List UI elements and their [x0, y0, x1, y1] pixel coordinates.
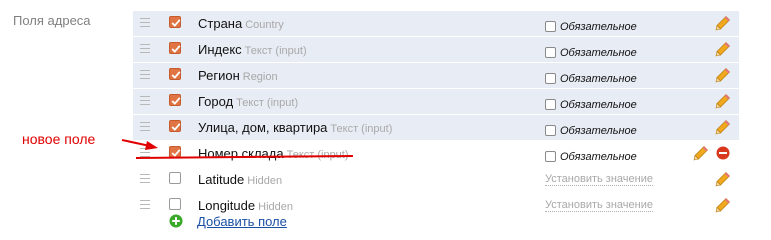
required-label: Обязательное	[560, 47, 637, 59]
pencil-icon[interactable]	[715, 15, 731, 31]
field-title: Страна Country	[198, 16, 284, 31]
field-name: Latitude	[198, 172, 245, 187]
field-type: Hidden	[258, 201, 293, 213]
field-title: Улица, дом, квартира Текст (input)	[198, 120, 392, 135]
field-title: Индекс Текст (input)	[198, 42, 307, 57]
field-type: Текст (input)	[236, 97, 299, 109]
required-label: Обязательное	[560, 99, 637, 111]
required-label: Обязательное	[560, 73, 637, 85]
required-checkbox[interactable]	[545, 47, 556, 58]
field-title: Latitude Hidden	[198, 172, 282, 187]
field-name: Страна	[198, 16, 243, 31]
field-name: Longitude	[198, 198, 256, 213]
field-name: Индекс	[198, 42, 242, 57]
pencil-icon[interactable]	[693, 145, 709, 161]
required-checkbox[interactable]	[545, 99, 556, 110]
required-checkbox[interactable]	[545, 21, 556, 32]
field-enabled-checkbox[interactable]	[169, 94, 181, 106]
annotation-underline	[136, 155, 354, 159]
field-title: Longitude Hidden	[198, 198, 293, 213]
pencil-icon[interactable]	[715, 93, 731, 109]
set-value-link[interactable]: Установить значение	[545, 173, 653, 186]
field-row: Latitude Hidden Установить значение	[133, 167, 739, 193]
field-row: Регион Region Обязательное	[133, 63, 739, 89]
field-name: Регион	[198, 68, 240, 83]
field-type: Region	[242, 71, 278, 83]
field-row: Страна Country Обязательное	[133, 11, 739, 37]
field-enabled-checkbox[interactable]	[169, 172, 181, 184]
required-toggle[interactable]: Обязательное	[545, 43, 637, 61]
field-enabled-checkbox[interactable]	[169, 198, 181, 210]
field-row: Индекс Текст (input) Обязательное	[133, 37, 739, 63]
field-type: Текст (input)	[330, 123, 393, 135]
plus-circle-icon[interactable]	[169, 214, 183, 228]
drag-handle-icon[interactable]	[140, 44, 150, 53]
required-toggle[interactable]: Обязательное	[545, 147, 637, 165]
field-title: Регион Region	[198, 68, 278, 83]
drag-handle-icon[interactable]	[140, 70, 150, 79]
set-value-link[interactable]: Установить значение	[545, 199, 653, 212]
field-name: Город	[198, 94, 234, 109]
required-checkbox[interactable]	[545, 73, 556, 84]
remove-icon[interactable]	[716, 146, 730, 160]
field-enabled-checkbox[interactable]	[169, 120, 181, 132]
field-type: Текст (input)	[244, 45, 307, 57]
field-title: Город Текст (input)	[198, 94, 298, 109]
required-label: Обязательное	[560, 21, 637, 33]
required-toggle[interactable]: Обязательное	[545, 69, 637, 87]
drag-handle-icon[interactable]	[140, 174, 150, 183]
field-enabled-checkbox[interactable]	[169, 68, 181, 80]
section-label: Поля адреса	[13, 13, 91, 28]
required-toggle[interactable]: Обязательное	[545, 121, 637, 139]
address-fields-list: Страна Country Обязательное Индекс Текст (in…	[133, 11, 739, 219]
pencil-icon[interactable]	[715, 171, 731, 187]
drag-handle-icon[interactable]	[140, 122, 150, 131]
field-type: Hidden	[247, 175, 283, 187]
annotation-new-field: новое поле	[22, 131, 96, 147]
drag-handle-icon[interactable]	[140, 96, 150, 105]
pencil-icon[interactable]	[715, 67, 731, 83]
required-toggle[interactable]: Обязательное	[545, 17, 637, 35]
required-checkbox[interactable]	[545, 151, 556, 162]
drag-handle-icon[interactable]	[140, 200, 150, 209]
add-field-link[interactable]: Добавить поле	[197, 214, 287, 229]
pencil-icon[interactable]	[715, 197, 731, 213]
field-enabled-checkbox[interactable]	[169, 16, 181, 28]
field-type: Country	[245, 19, 284, 31]
annotation-arrow	[121, 139, 158, 150]
required-label: Обязательное	[560, 125, 637, 137]
required-checkbox[interactable]	[545, 125, 556, 136]
pencil-icon[interactable]	[715, 119, 731, 135]
pencil-icon[interactable]	[715, 41, 731, 57]
field-row: Улица, дом, квартира Текст (input) Обязате…	[133, 115, 739, 141]
field-row: Город Текст (input) Обязательное	[133, 89, 739, 115]
field-enabled-checkbox[interactable]	[169, 42, 181, 54]
field-name: Улица, дом, квартира	[198, 120, 328, 135]
required-toggle[interactable]: Обязательное	[545, 95, 637, 113]
required-label: Обязательное	[560, 151, 637, 163]
drag-handle-icon[interactable]	[140, 18, 150, 27]
